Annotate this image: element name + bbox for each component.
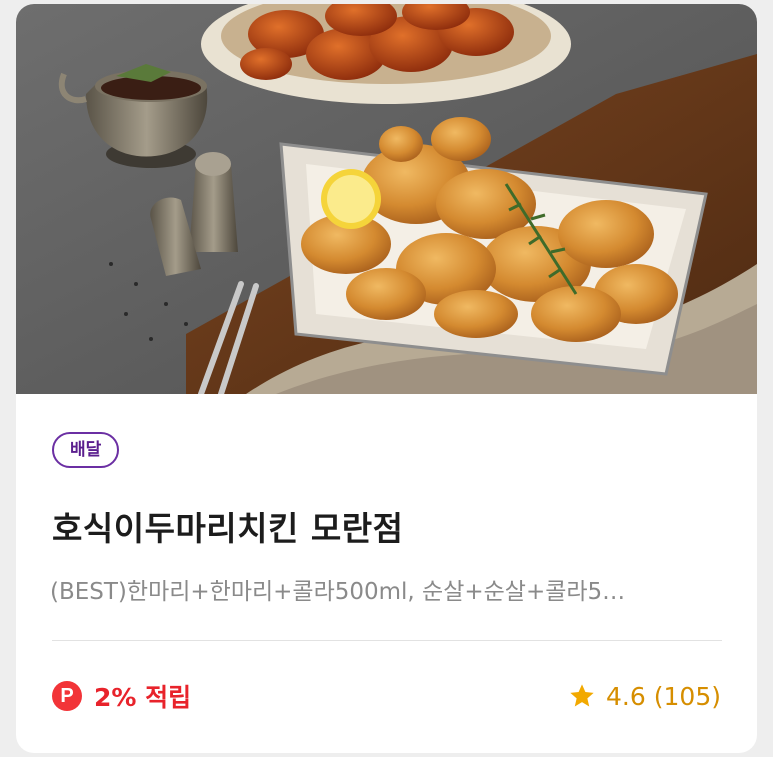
store-card[interactable]: 배달 호식이두마리치킨 모란점 (BEST)한마리+한마리+콜라500ml, 순… bbox=[16, 4, 757, 753]
review-count: (105) bbox=[653, 681, 721, 711]
fried-chicken-photo bbox=[16, 4, 757, 394]
store-thumbnail[interactable] bbox=[16, 4, 757, 394]
store-name[interactable]: 호식이두마리치킨 모란점 bbox=[52, 502, 403, 550]
point-reward: P 2% 적립 bbox=[52, 678, 191, 714]
star-icon bbox=[570, 684, 594, 707]
divider bbox=[52, 640, 722, 641]
delivery-badge: 배달 bbox=[52, 432, 120, 468]
rating-value: 4.6 bbox=[606, 681, 646, 711]
point-rate: 2% 적립 bbox=[94, 683, 192, 712]
store-info: 배달 호식이두마리치킨 모란점 (BEST)한마리+한마리+콜라500ml, 순… bbox=[16, 394, 757, 753]
menu-summary: (BEST)한마리+한마리+콜라500ml, 순살+순살+콜라5… bbox=[50, 579, 626, 605]
rating[interactable]: 4.6 (105) bbox=[568, 678, 721, 714]
point-icon: P bbox=[52, 681, 82, 711]
